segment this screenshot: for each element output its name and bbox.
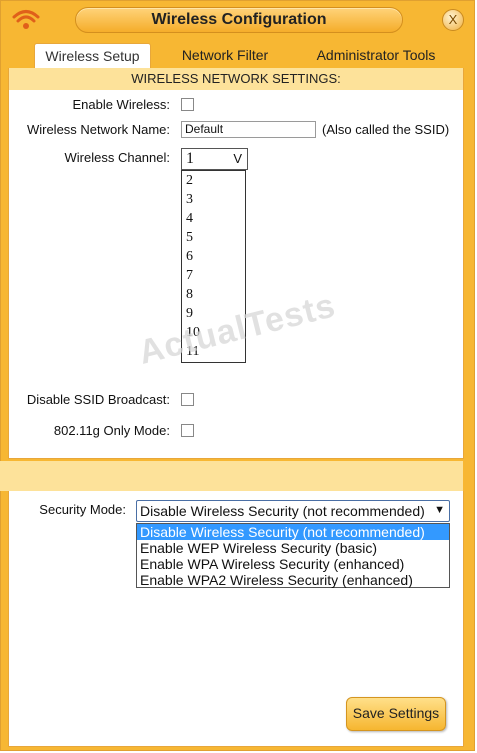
- chevron-down-icon[interactable]: ▼: [434, 504, 445, 516]
- save-settings-button[interactable]: Save Settings: [346, 697, 446, 731]
- network-name-label: Wireless Network Name:: [26, 122, 170, 137]
- channel-selected-value: 1: [186, 150, 194, 167]
- disable-ssid-checkbox[interactable]: [181, 393, 194, 406]
- channel-select[interactable]: 1 V: [181, 148, 248, 170]
- wifi-icon: [12, 10, 40, 29]
- channel-option[interactable]: 3: [182, 190, 245, 209]
- ssid-note: (Also called the SSID): [322, 122, 450, 137]
- security-mode-select[interactable]: Disable Wireless Security (not recommend…: [136, 500, 450, 522]
- network-name-input[interactable]: Default: [181, 121, 316, 138]
- tab-wireless-setup[interactable]: Wireless Setup: [34, 43, 151, 70]
- enable-wireless-label: Enable Wireless:: [72, 97, 170, 112]
- tab-administrator-tools[interactable]: Administrator Tools: [306, 43, 446, 69]
- tab-network-filter[interactable]: Network Filter: [166, 43, 284, 69]
- window-title: Wireless Configuration: [151, 11, 327, 28]
- channel-option[interactable]: 5: [182, 228, 245, 247]
- channel-option[interactable]: 4: [182, 209, 245, 228]
- tab-bar: Wireless Setup Network Filter Administra…: [1, 39, 474, 70]
- security-option[interactable]: Enable WPA2 Wireless Security (enhanced): [137, 572, 449, 588]
- enable-wireless-checkbox[interactable]: [181, 98, 194, 111]
- security-dropdown-list: Disable Wireless Security (not recommend…: [136, 523, 450, 588]
- channel-option[interactable]: 8: [182, 285, 245, 304]
- close-icon[interactable]: X: [442, 9, 464, 31]
- chevron-down-icon[interactable]: V: [233, 151, 242, 166]
- channel-option[interactable]: 6: [182, 247, 245, 266]
- disable-ssid-label: Disable SSID Broadcast:: [26, 392, 170, 407]
- security-option[interactable]: Enable WPA Wireless Security (enhanced): [137, 556, 449, 572]
- security-option[interactable]: Disable Wireless Security (not recommend…: [137, 524, 449, 540]
- security-section-band: [0, 461, 463, 491]
- security-mode-label: Security Mode:: [39, 502, 126, 517]
- section-header: WIRELESS NETWORK SETTINGS:: [9, 68, 463, 90]
- channel-option[interactable]: 2: [182, 171, 245, 190]
- channel-option[interactable]: 7: [182, 266, 245, 285]
- g-only-checkbox[interactable]: [181, 424, 194, 437]
- security-selected-value: Disable Wireless Security (not recommend…: [140, 503, 425, 519]
- channel-label: Wireless Channel:: [64, 150, 171, 165]
- security-option[interactable]: Enable WEP Wireless Security (basic): [137, 540, 449, 556]
- g-only-label: 802.11g Only Mode:: [53, 423, 170, 438]
- title-pill: Wireless Configuration: [75, 7, 403, 33]
- title-bar: Wireless Configuration X: [1, 1, 474, 39]
